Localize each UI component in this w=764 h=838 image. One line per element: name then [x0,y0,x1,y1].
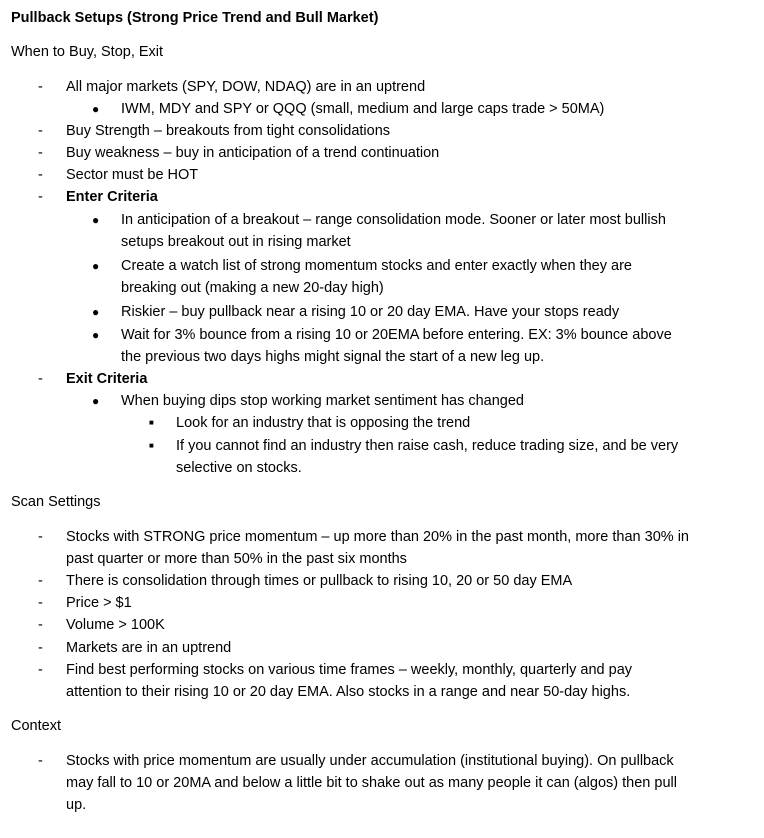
list-item-text: past quarter or more than 50% in the pas… [66,551,407,567]
list-item-text: Markets are in an uptrend [66,640,232,656]
square-bullet: ■ [149,418,154,427]
list-item-text: Buy Strength – breakouts from tight cons… [66,123,391,139]
square-bullet: ■ [149,441,154,450]
list-item-text: When buying dips stop working market sen… [121,393,524,409]
list-item-text: may fall to 10 or 20MA and below a littl… [66,775,677,791]
dash-bullet: - [38,529,43,545]
list-item-text: There is consolidation through times or … [66,573,573,589]
list-item-text: Look for an industry that is opposing th… [176,415,471,431]
round-bullet: ● [92,102,100,116]
round-bullet: ● [92,328,100,342]
list-item-text: Riskier – buy pullback near a rising 10 … [121,304,620,320]
list-item-text: up. [66,797,87,813]
list-item-text: Stocks with STRONG price momentum – up m… [66,529,689,545]
dash-bullet: - [38,753,43,769]
section-heading-when-to-buy: When to Buy, Stop, Exit [11,44,164,60]
section-heading-scan-settings: Scan Settings [11,494,101,510]
dash-bullet: - [38,371,43,387]
list-item-text: Find best performing stocks on various t… [66,662,633,678]
exit-criteria-label: Exit Criteria [66,371,148,387]
document-title: Pullback Setups (Strong Price Trend and … [11,10,379,26]
list-item-text: the previous two days highs might signal… [121,349,545,365]
list-item-text: Price > $1 [66,595,132,611]
list-item-text: Buy weakness – buy in anticipation of a … [66,145,440,161]
dash-bullet: - [38,573,43,589]
list-item-text: Create a watch list of strong momentum s… [121,258,632,274]
document-page: Pullback Setups (Strong Price Trend and … [0,0,764,838]
round-bullet: ● [92,305,100,319]
round-bullet: ● [92,213,100,227]
list-item-text: setups breakout out in rising market [121,234,351,250]
dash-bullet: - [38,79,43,95]
dash-bullet: - [38,640,43,656]
list-item-text: IWM, MDY and SPY or QQQ (small, medium a… [121,101,605,117]
list-item-text: breaking out (making a new 20-day high) [121,280,384,296]
list-item-text: All major markets (SPY, DOW, NDAQ) are i… [66,79,426,95]
list-item-text: Volume > 100K [66,617,165,633]
list-item-text: Stocks with price momentum are usually u… [66,753,674,769]
dash-bullet: - [38,167,43,183]
dash-bullet: - [38,145,43,161]
round-bullet: ● [92,394,100,408]
dash-bullet: - [38,123,43,139]
dash-bullet: - [38,617,43,633]
list-item-text: Sector must be HOT [66,167,199,183]
section-heading-context: Context [11,718,61,734]
dash-bullet: - [38,662,43,678]
dash-bullet: - [38,595,43,611]
list-item-text: attention to their rising 10 or 20 day E… [66,684,631,700]
enter-criteria-label: Enter Criteria [66,189,158,205]
list-item-text: In anticipation of a breakout – range co… [121,212,666,228]
list-item-text: selective on stocks. [176,460,302,476]
round-bullet: ● [92,259,100,273]
list-item-text: If you cannot find an industry then rais… [176,438,679,454]
list-item-text: Wait for 3% bounce from a rising 10 or 2… [121,327,672,343]
dash-bullet: - [38,189,43,205]
